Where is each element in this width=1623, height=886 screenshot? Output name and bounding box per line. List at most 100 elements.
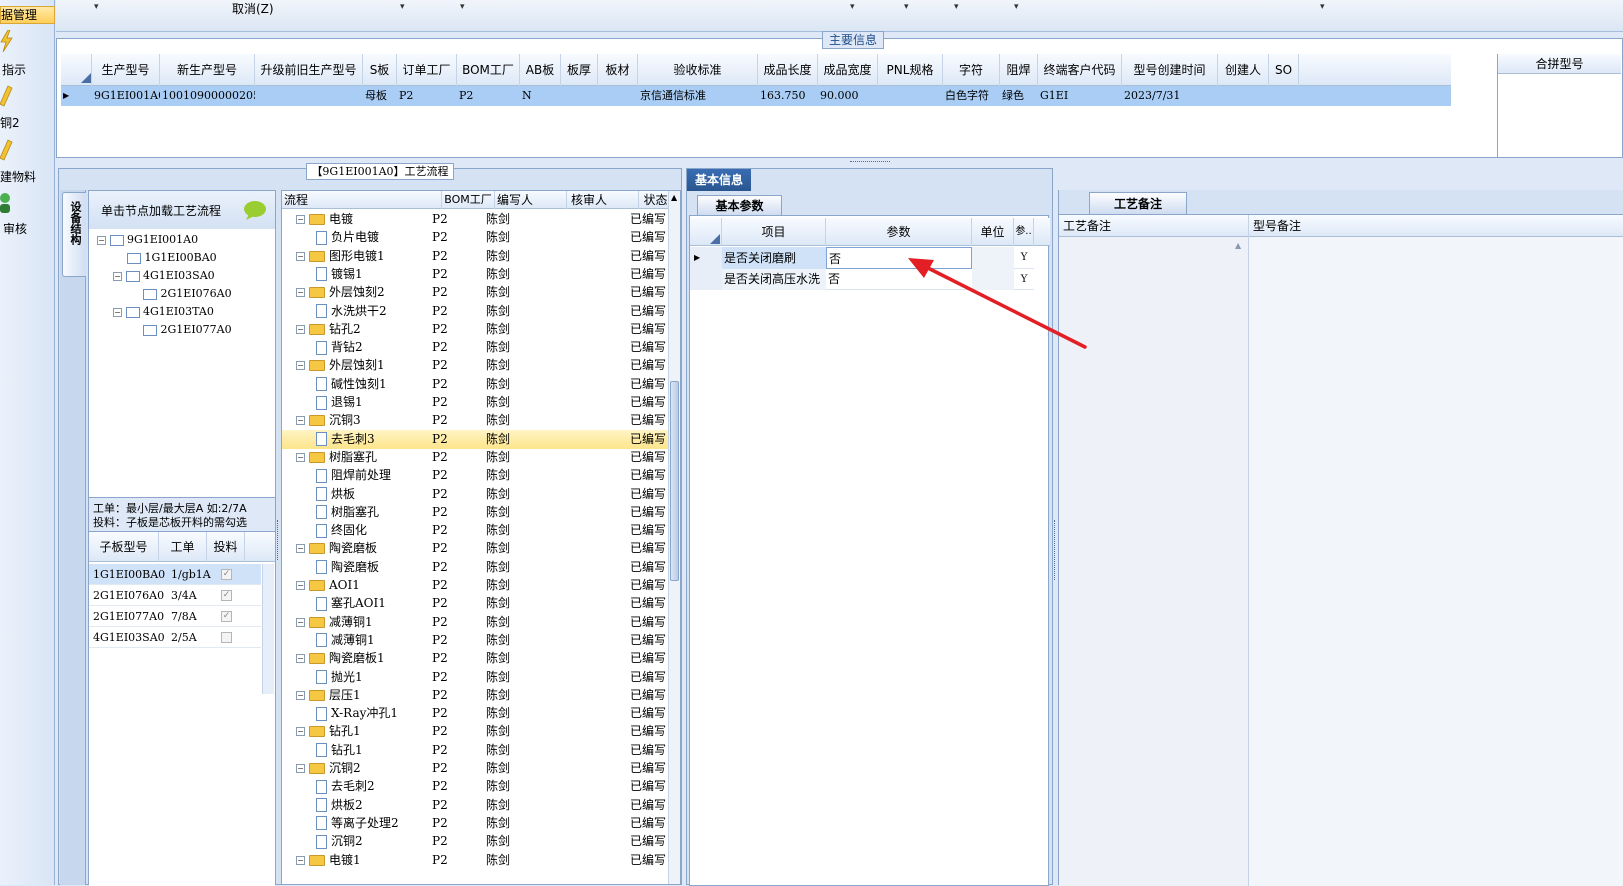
collapse-icon[interactable]: − bbox=[113, 307, 122, 317]
vertical-scrollbar[interactable] bbox=[262, 564, 274, 694]
table-row[interactable]: − 图形电镀1 P2 陈剑 已编写 bbox=[282, 247, 676, 266]
table-row[interactable]: 退锡1 P2 陈剑 已编写 bbox=[282, 393, 676, 412]
collapse-icon[interactable]: − bbox=[296, 855, 305, 865]
table-row[interactable]: 树脂塞孔 P2 陈剑 已编写 bbox=[282, 503, 676, 522]
cell-work-order[interactable]: 2/5A bbox=[171, 627, 197, 648]
col-header[interactable]: SO bbox=[1269, 54, 1299, 86]
cell-work-order[interactable]: 3/4A bbox=[171, 585, 197, 606]
nav-item-instruction[interactable]: 指示 bbox=[0, 30, 55, 77]
tab-device-structure[interactable]: 设备结构 bbox=[62, 192, 86, 277]
tab-basic-info[interactable]: 基本信息 bbox=[687, 169, 751, 191]
table-row[interactable]: 钻孔1 P2 陈剑 已编写 bbox=[282, 741, 676, 760]
tree-node[interactable]: 2G1EI077A0 bbox=[143, 321, 232, 339]
nav-item-review[interactable]: 审核 bbox=[0, 192, 55, 236]
table-row[interactable]: 抛光1 P2 陈剑 已编写 bbox=[282, 668, 676, 687]
tree-node[interactable]: − 4G1EI03SA0 bbox=[113, 267, 215, 285]
scroll-up-icon[interactable]: ▲ bbox=[1235, 241, 1241, 250]
table-row[interactable]: 负片电镀 P2 陈剑 已编写 bbox=[282, 228, 676, 247]
collapse-icon[interactable]: − bbox=[296, 324, 305, 334]
table-row[interactable]: 2G1EI076A0 3/4A ✓ bbox=[89, 585, 261, 606]
collapse-icon[interactable]: − bbox=[296, 581, 305, 590]
col-header[interactable]: PNL规格 bbox=[878, 54, 943, 86]
cell-created[interactable]: 2023/7/31 bbox=[1122, 86, 1218, 106]
table-row[interactable]: − 减薄铜1 P2 陈剑 已编写 bbox=[282, 613, 676, 632]
table-row[interactable]: 1G1EI00BA0 1/gb1A ✓ bbox=[89, 564, 261, 585]
table-row[interactable]: 陶瓷磨板 P2 陈剑 已编写 bbox=[282, 558, 676, 577]
table-row[interactable]: 4G1EI03SA0 2/5A bbox=[89, 627, 261, 648]
table-row[interactable]: 塞孔AOI1 P2 陈剑 已编写 bbox=[282, 594, 676, 613]
col-header[interactable]: S板 bbox=[363, 54, 397, 86]
col-header[interactable]: 流程 bbox=[282, 191, 442, 209]
col-header[interactable]: 订单工厂 bbox=[397, 54, 457, 86]
cell-bom-factory[interactable]: P2 bbox=[457, 86, 520, 106]
col-header[interactable]: 编写人 bbox=[495, 191, 567, 209]
cell-width[interactable]: 90.000 bbox=[818, 86, 878, 106]
splitter-handle[interactable] bbox=[850, 161, 890, 164]
table-row[interactable]: 终固化 P2 陈剑 已编写 bbox=[282, 521, 676, 540]
cell-length[interactable]: 163.750 bbox=[758, 86, 818, 106]
table-row[interactable]: − 钻孔1 P2 陈剑 已编写 bbox=[282, 722, 676, 741]
feed-checkbox[interactable]: ✓ bbox=[221, 569, 232, 580]
col-header[interactable]: 字符 bbox=[943, 54, 1000, 86]
table-row[interactable]: − AOI1 P2 陈剑 已编写 bbox=[282, 576, 676, 595]
col-header[interactable]: 项目 bbox=[722, 218, 826, 246]
chevron-down-icon[interactable]: ▾ bbox=[400, 2, 405, 12]
table-row[interactable]: − 沉铜2 P2 陈剑 已编写 bbox=[282, 759, 676, 778]
table-row[interactable]: 水洗烘干2 P2 陈剑 已编写 bbox=[282, 302, 676, 321]
cell-sub-model[interactable]: 1G1EI00BA0 bbox=[93, 564, 165, 585]
table-row[interactable]: 碱性蚀刻1 P2 陈剑 已编写 bbox=[282, 375, 676, 394]
col-header[interactable]: 终端客户代码 bbox=[1038, 54, 1122, 86]
nav-item-material[interactable]: 建物料 bbox=[0, 138, 55, 184]
chevron-down-icon[interactable]: ▾ bbox=[954, 2, 959, 12]
collapse-icon[interactable]: − bbox=[296, 251, 305, 261]
col-header[interactable]: 子板型号 bbox=[89, 532, 159, 562]
cell-standard[interactable]: 京信通信标准 bbox=[638, 86, 758, 106]
table-row[interactable]: 减薄铜1 P2 陈剑 已编写 bbox=[282, 631, 676, 650]
cell-sub-model[interactable]: 2G1EI076A0 bbox=[93, 585, 164, 606]
collapse-icon[interactable]: − bbox=[296, 727, 305, 737]
cell-work-order[interactable]: 7/8A bbox=[171, 606, 197, 627]
splitter-handle[interactable] bbox=[1054, 520, 1057, 580]
tab-basic-params[interactable]: 基本参数 bbox=[697, 195, 782, 215]
col-header[interactable]: 型号备注 bbox=[1249, 215, 1623, 237]
collapse-icon[interactable]: − bbox=[296, 452, 305, 462]
chevron-down-icon[interactable]: ▾ bbox=[1014, 2, 1019, 12]
col-header[interactable]: 阻焊 bbox=[1000, 54, 1038, 86]
table-row[interactable]: ▶ 9G1EI001A0 10010900000205 母板 P2 P2 N 京… bbox=[61, 86, 1451, 106]
table-row[interactable]: − 电镀 P2 陈剑 已编写 bbox=[282, 210, 676, 229]
table-row[interactable]: − 陶瓷磨板1 P2 陈剑 已编写 bbox=[282, 649, 676, 668]
table-row[interactable]: − 沉铜3 P2 陈剑 已编写 bbox=[282, 411, 676, 430]
col-header[interactable]: 核审人 bbox=[567, 191, 639, 209]
tree-node[interactable]: − 4G1EI03TA0 bbox=[113, 303, 214, 321]
chevron-down-icon[interactable]: ▾ bbox=[850, 2, 855, 12]
model-memo[interactable] bbox=[1249, 237, 1623, 886]
col-header[interactable]: 验收标准 bbox=[638, 54, 758, 86]
chevron-down-icon[interactable]: ▾ bbox=[904, 2, 909, 12]
table-row[interactable]: 2G1EI077A0 7/8A ✓ bbox=[89, 606, 261, 627]
nav-item-copper2[interactable]: 铜2 bbox=[0, 84, 55, 130]
cell-sub-model[interactable]: 4G1EI03SA0 bbox=[93, 627, 165, 648]
collapse-icon[interactable]: − bbox=[296, 361, 305, 371]
table-row[interactable]: − 层压1 P2 陈剑 已编写 bbox=[282, 686, 676, 705]
tree-node[interactable]: 1G1EI00BA0 bbox=[127, 249, 217, 267]
col-header[interactable]: 成品宽度 bbox=[818, 54, 878, 86]
col-header[interactable]: 参.. bbox=[1014, 218, 1034, 246]
collapse-icon[interactable]: − bbox=[296, 544, 305, 554]
collapse-icon[interactable]: − bbox=[296, 690, 305, 700]
collapse-icon[interactable]: − bbox=[296, 764, 305, 773]
col-header[interactable]: 单位 bbox=[972, 218, 1014, 246]
col-header[interactable]: 工单 bbox=[159, 532, 207, 562]
cell-ab[interactable]: N bbox=[520, 86, 561, 106]
table-row[interactable]: 去毛刺3 P2 陈剑 已编写 bbox=[282, 429, 676, 449]
table-row[interactable]: 烘板2 P2 陈剑 已编写 bbox=[282, 796, 676, 815]
splitter-handle[interactable] bbox=[277, 520, 280, 560]
table-row[interactable]: − 外层蚀刻2 P2 陈剑 已编写 bbox=[282, 283, 676, 302]
table-row[interactable]: 沉铜2 P2 陈剑 已编写 bbox=[282, 832, 676, 851]
vertical-scrollbar[interactable]: ▲ bbox=[668, 191, 680, 884]
col-header[interactable]: 投料 bbox=[207, 532, 245, 562]
collapse-icon[interactable]: − bbox=[296, 654, 305, 664]
chevron-down-icon[interactable]: ▾ bbox=[460, 2, 465, 12]
chevron-down-icon[interactable]: ▾ bbox=[1320, 2, 1325, 12]
feed-checkbox[interactable]: ✓ bbox=[221, 590, 232, 601]
nav-item-data-manage[interactable]: 据管理 bbox=[0, 6, 55, 24]
